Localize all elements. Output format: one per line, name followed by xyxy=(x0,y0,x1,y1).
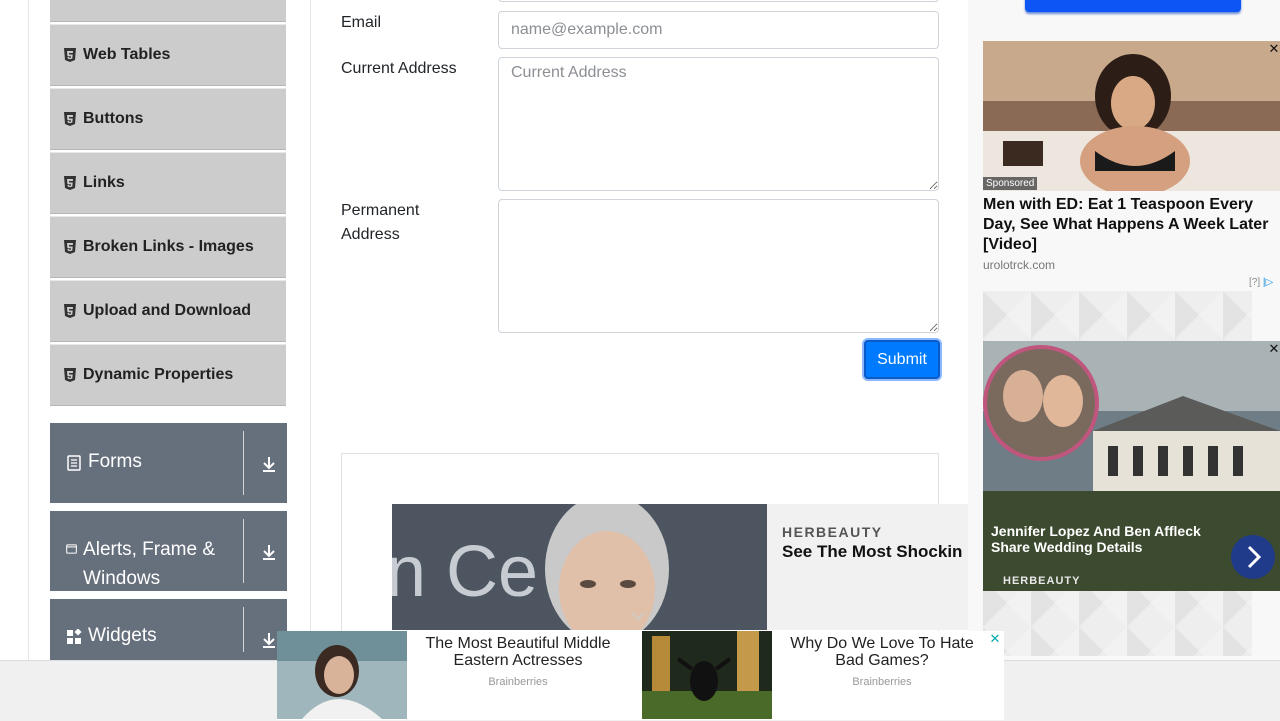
ad-image xyxy=(642,631,772,719)
email-field[interactable] xyxy=(498,11,939,49)
group-divider xyxy=(243,431,244,495)
ad-source[interactable]: urolotrck.com xyxy=(983,258,1055,272)
sidebar-item-label: Dynamic Properties xyxy=(83,366,234,383)
svg-text:n Ce: n Ce xyxy=(392,532,538,612)
sidebar-item-label: Upload and Download xyxy=(83,302,251,319)
group-alerts-frame-windows[interactable]: Alerts, Frame & Windows xyxy=(50,511,287,591)
group-divider xyxy=(243,519,244,583)
sidebar-right-border xyxy=(310,0,311,660)
sidebar-item-label: Buttons xyxy=(83,110,144,127)
bottom-ad-1[interactable]: The Most Beautiful Middle Eastern Actres… xyxy=(277,631,642,720)
window-icon xyxy=(66,544,77,554)
close-icon[interactable]: ✕ xyxy=(1268,42,1280,55)
ad-title[interactable]: Jennifer Lopez And Ben Affleck Share Wed… xyxy=(991,523,1216,555)
chevron-right-icon xyxy=(1247,545,1262,569)
group-forms[interactable]: Forms xyxy=(50,423,287,503)
group-label: Alerts, Frame & Windows xyxy=(83,539,216,589)
ad-brand: HERBEAUTY xyxy=(782,524,883,540)
html5-icon xyxy=(64,240,76,254)
previous-input-edge xyxy=(498,0,939,2)
next-arrow-button[interactable] xyxy=(1231,535,1275,579)
widgets-icon xyxy=(67,629,82,644)
sidebar-item-label: Broken Links - Images xyxy=(83,238,254,255)
ad-title[interactable]: Men with ED: Eat 1 Teaspoon Every Day, S… xyxy=(983,195,1280,255)
sidebar-item-previous[interactable] xyxy=(50,0,286,22)
sponsored-badge: Sponsored xyxy=(983,177,1038,190)
ad-brand: Brainberries xyxy=(852,676,912,688)
download-icon[interactable] xyxy=(260,631,278,649)
chevron-down-icon[interactable] xyxy=(631,611,645,621)
content-left-border xyxy=(28,0,29,660)
download-icon[interactable] xyxy=(260,543,278,561)
ad-image[interactable] xyxy=(983,41,1280,191)
ad-title[interactable]: See The Most Shockin xyxy=(782,542,962,562)
ad-top-button[interactable] xyxy=(1025,0,1241,12)
sidebar-item-label: Links xyxy=(83,174,125,191)
html5-icon xyxy=(64,304,76,318)
sidebar-item-web-tables[interactable]: Web Tables xyxy=(50,24,286,86)
sidebar-item-links[interactable]: Links xyxy=(50,152,286,214)
ad-info-link[interactable]: [?] |▷ xyxy=(1249,277,1273,288)
sidebar-item-buttons[interactable]: Buttons xyxy=(50,88,286,150)
sidebar-item-broken-links[interactable]: Broken Links - Images xyxy=(50,216,286,278)
ad-image xyxy=(277,631,407,719)
ad-info-text: [?] xyxy=(1249,277,1261,288)
group-widgets[interactable]: Widgets xyxy=(50,599,287,660)
document-icon xyxy=(67,455,81,471)
sidebar-item-label: Web Tables xyxy=(83,46,171,63)
bottom-ad-2[interactable]: Why Do We Love To Hate Bad Games? Brainb… xyxy=(642,631,1004,720)
html5-icon xyxy=(64,112,76,126)
html5-icon xyxy=(64,48,76,62)
permanent-address-label: Permanent Address xyxy=(341,202,420,243)
group-label: Forms xyxy=(88,451,142,472)
email-label: Email xyxy=(341,14,382,31)
download-icon[interactable] xyxy=(260,455,278,473)
ad-image: n Ce xyxy=(392,504,767,630)
html5-icon xyxy=(64,176,76,190)
ad-brand: Brainberries xyxy=(488,676,548,688)
group-divider xyxy=(243,607,244,652)
html5-icon xyxy=(64,368,76,382)
overlay-ad[interactable]: n Ce HERBEAUTY See The Most Shockin xyxy=(392,504,968,630)
adchoices-icon: |▷ xyxy=(1262,277,1274,288)
current-address-field[interactable] xyxy=(498,57,939,191)
sidebar-item-upload-download[interactable]: Upload and Download xyxy=(50,280,286,342)
ad-brand: HERBEAUTY xyxy=(1003,575,1081,587)
sidebar-item-dynamic-properties[interactable]: Dynamic Properties xyxy=(50,344,286,406)
group-label: Widgets xyxy=(88,625,157,646)
close-icon[interactable]: ✕ xyxy=(989,632,1001,645)
permanent-address-field[interactable] xyxy=(498,199,939,333)
current-address-label: Current Address xyxy=(341,60,457,77)
submit-button[interactable]: Submit xyxy=(864,340,940,379)
ad-title[interactable]: Why Do We Love To Hate Bad Games? xyxy=(778,635,986,669)
ad-title[interactable]: The Most Beautiful Middle Eastern Actres… xyxy=(411,635,625,669)
close-icon[interactable]: ✕ xyxy=(1268,342,1280,355)
